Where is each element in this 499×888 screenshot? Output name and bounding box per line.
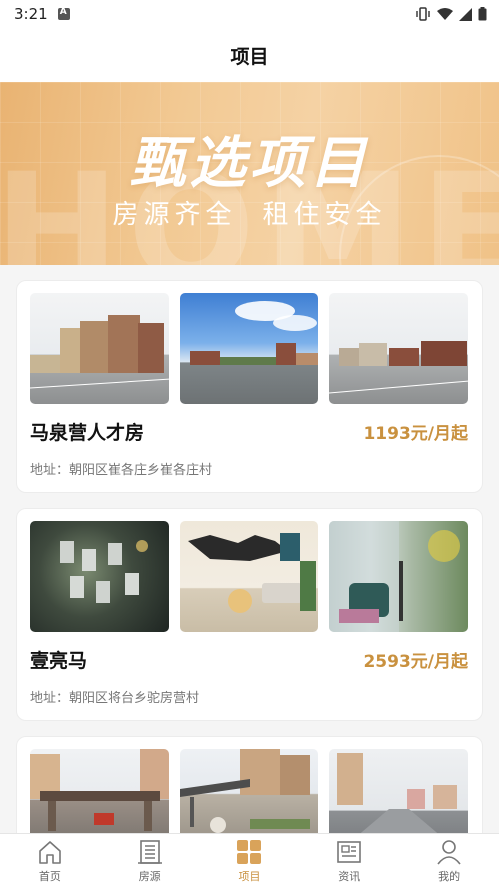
project-photos (30, 293, 469, 404)
status-icons (415, 7, 487, 21)
banner-subtitle-left: 房源齐全 (112, 200, 237, 230)
project-name: 壹亮马 (30, 650, 88, 672)
project-card[interactable] (16, 736, 483, 833)
project-photo[interactable] (179, 749, 319, 833)
battery-icon (478, 7, 487, 21)
vibrate-icon (416, 7, 430, 21)
tab-home[interactable]: 首页 (0, 834, 100, 888)
banner-subtitle: 房源齐全 租住安全 (0, 194, 499, 231)
status-time: 3:21 (14, 5, 48, 23)
tab-news[interactable]: 资讯 (299, 834, 399, 888)
project-photo[interactable] (179, 293, 319, 404)
banner-title: 甄选项目 (129, 131, 370, 196)
project-address: 地址：朝阳区将台乡驼房营村 (30, 691, 200, 706)
tab-listings[interactable]: 房源 (100, 834, 200, 888)
project-photo[interactable] (329, 293, 469, 404)
project-photos (30, 521, 469, 632)
project-list[interactable]: 马泉营人才房 1193元/月起 地址：朝阳区崔各庄乡崔各庄村 壹亮马 2593元… (0, 265, 499, 833)
project-photo[interactable] (30, 293, 169, 404)
project-photo[interactable] (30, 521, 169, 632)
project-card[interactable]: 马泉营人才房 1193元/月起 地址：朝阳区崔各庄乡崔各庄村 (16, 280, 483, 493)
home-icon (39, 841, 61, 864)
tab-label: 我的 (438, 870, 461, 883)
tab-label: 首页 (38, 870, 61, 883)
tab-label: 项目 (238, 870, 261, 883)
project-price: 2593元/月起 (363, 652, 468, 672)
page-title: 项目 (230, 45, 269, 68)
project-photo[interactable] (179, 521, 319, 632)
project-name: 马泉营人才房 (30, 422, 145, 444)
project-address: 地址：朝阳区崔各庄乡崔各庄村 (30, 463, 213, 478)
tab-profile[interactable]: 我的 (399, 834, 499, 888)
tab-label: 资讯 (338, 870, 361, 883)
tab-projects[interactable]: 项目 (200, 834, 300, 888)
project-photo[interactable] (329, 749, 469, 833)
person-icon (437, 840, 461, 865)
building-icon (137, 840, 162, 864)
banner-subtitle-right: 租住安全 (262, 200, 387, 230)
grid-icon (237, 840, 262, 864)
project-card[interactable]: 壹亮马 2593元/月起 地址：朝阳区将台乡驼房营村 (16, 508, 483, 721)
news-icon (337, 841, 362, 863)
app-header: 项目 (0, 28, 499, 82)
wifi-icon (437, 7, 453, 20)
banner[interactable]: HOME 甄选项目 房源齐全 租住安全 (0, 82, 499, 265)
project-photos (30, 749, 469, 833)
signal-icon (459, 7, 472, 21)
status-bar: 3:21 (0, 0, 499, 28)
tab-label: 房源 (138, 870, 161, 883)
bottom-tab-bar: 首页 房源 项目 资讯 我的 (0, 833, 499, 888)
project-photo[interactable] (30, 749, 169, 833)
project-price: 1193元/月起 (363, 424, 468, 444)
notification-icon (57, 7, 70, 20)
project-photo[interactable] (329, 521, 469, 632)
